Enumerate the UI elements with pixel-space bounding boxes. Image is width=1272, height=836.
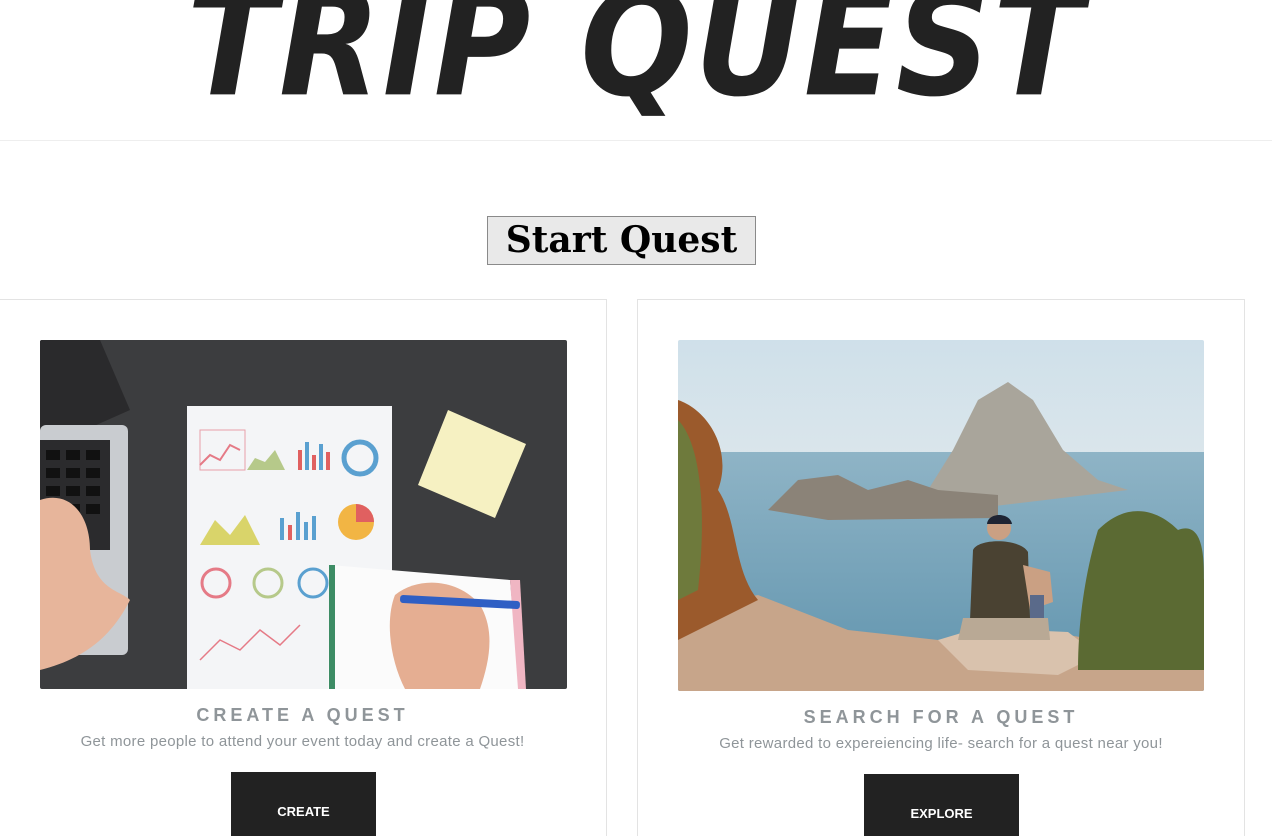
laptop-charts-photo bbox=[40, 340, 567, 689]
create-button[interactable]: CREATE bbox=[231, 772, 376, 836]
start-quest-button[interactable]: Start Quest bbox=[487, 216, 756, 265]
brand-logo[interactable]: TRIP QUEST bbox=[0, 0, 1272, 118]
search-quest-title: SEARCH FOR A QUEST bbox=[803, 707, 1079, 727]
create-quest-title: CREATE A QUEST bbox=[196, 705, 409, 725]
island-hiker-photo bbox=[678, 340, 1204, 691]
search-quest-description: Get rewarded to expereiencing life- sear… bbox=[719, 735, 1163, 752]
explore-button[interactable]: EXPLORE bbox=[864, 774, 1019, 836]
page: TRIP QUEST Start Quest CREATE A QUEST Ge… bbox=[0, 0, 1272, 836]
create-quest-description: Get more people to attend your event tod… bbox=[80, 733, 525, 750]
site-header: TRIP QUEST bbox=[0, 0, 1272, 141]
create-quest-card: CREATE A QUEST Get more people to attend… bbox=[0, 299, 607, 836]
search-quest-card: SEARCH FOR A QUEST Get rewarded to exper… bbox=[637, 299, 1245, 836]
